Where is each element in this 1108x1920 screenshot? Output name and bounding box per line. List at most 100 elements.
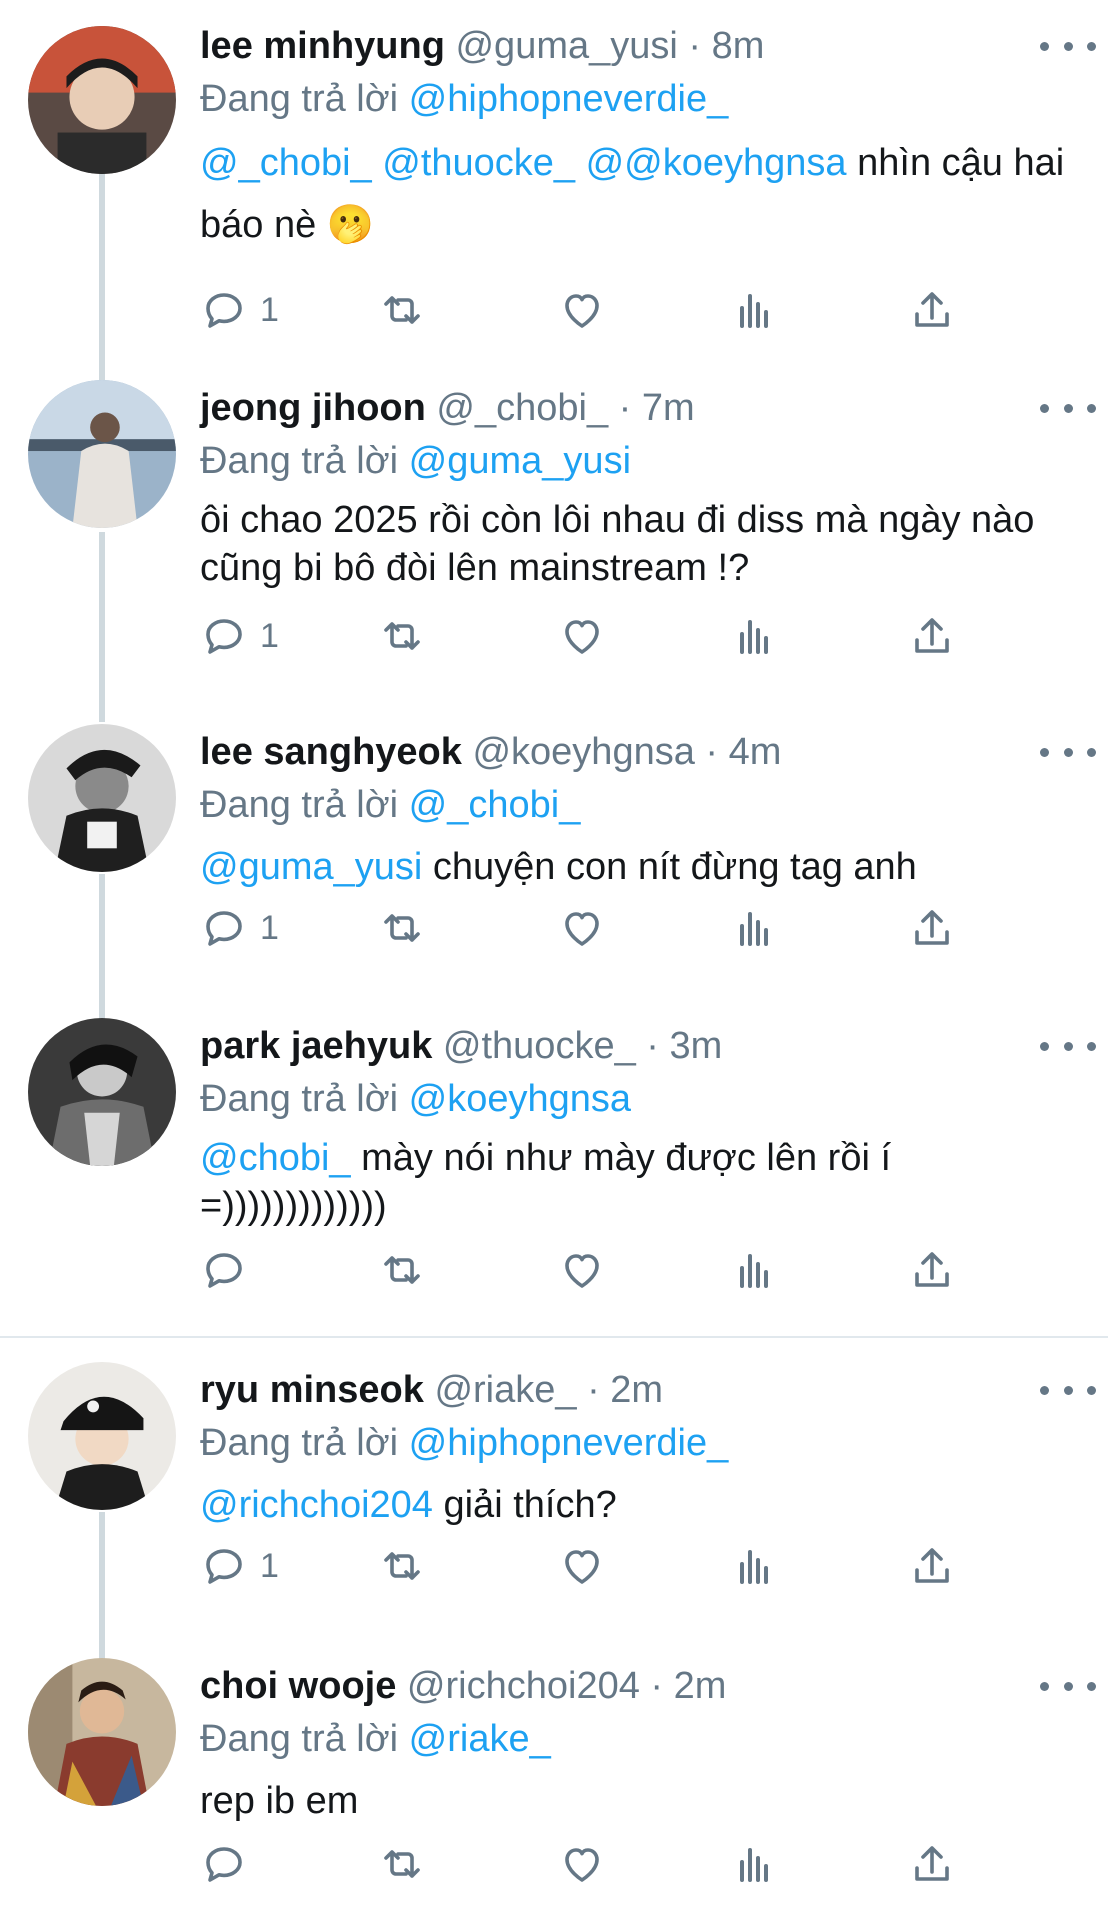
action-bar: 1 xyxy=(200,280,1000,340)
user-handle[interactable]: @koeyhgnsa xyxy=(472,731,694,773)
user-handle[interactable]: @richchoi204 xyxy=(407,1665,640,1707)
action-bar: 1 xyxy=(200,1536,1000,1596)
avatar[interactable] xyxy=(28,380,176,528)
avatar[interactable] xyxy=(28,26,176,174)
like-button[interactable] xyxy=(558,1536,606,1596)
body-mention[interactable]: @chobi_ xyxy=(200,1137,351,1179)
retweet-button[interactable] xyxy=(378,1536,426,1596)
tweet[interactable]: park jaehyuk @thuocke_ · 3m Đang trả lời… xyxy=(0,1018,1108,1320)
tweet[interactable]: choi wooje @richchoi204 · 2m Đang trả lờ… xyxy=(0,1658,1108,1920)
replying-mention[interactable]: @riake_ xyxy=(409,1718,551,1760)
more-options-icon[interactable] xyxy=(1040,1372,1096,1408)
like-button[interactable] xyxy=(558,1240,606,1300)
timestamp[interactable]: 8m xyxy=(712,25,765,67)
avatar[interactable] xyxy=(28,1018,176,1166)
reply-button[interactable]: 1 xyxy=(200,280,279,340)
avatar[interactable] xyxy=(28,724,176,872)
separator-dot: · xyxy=(646,1025,659,1067)
views-icon xyxy=(740,1550,768,1584)
retweet-button[interactable] xyxy=(378,1240,426,1300)
tweet[interactable]: jeong jihoon @_chobi_ · 7m Đang trả lời … xyxy=(0,380,1108,700)
avatar[interactable] xyxy=(28,1658,176,1806)
body-mention[interactable]: @guma_yusi xyxy=(200,846,422,888)
share-button[interactable] xyxy=(908,898,956,958)
replying-mention[interactable]: @hiphopneverdie_ xyxy=(409,1422,729,1464)
body-text: chuyện con nít đừng tag anh xyxy=(422,846,917,888)
timestamp[interactable]: 7m xyxy=(642,387,695,429)
separator-dot: · xyxy=(705,731,719,773)
views-icon xyxy=(740,1848,768,1882)
reply-button[interactable]: 1 xyxy=(200,606,279,666)
reply-button[interactable] xyxy=(200,1240,260,1300)
retweet-button[interactable] xyxy=(378,1834,426,1894)
like-button[interactable] xyxy=(558,606,606,666)
more-options-icon[interactable] xyxy=(1040,1028,1096,1064)
timestamp[interactable]: 3m xyxy=(670,1025,723,1067)
share-button[interactable] xyxy=(908,1240,956,1300)
body-mention[interactable]: @_chobi_ @thuocke_ @@koeyhgnsa xyxy=(200,142,847,184)
reply-count: 1 xyxy=(260,1546,279,1585)
share-button[interactable] xyxy=(908,606,956,666)
tweet-header: jeong jihoon @_chobi_ · 7m xyxy=(200,380,1068,436)
views-button[interactable] xyxy=(730,606,778,666)
tweet[interactable]: lee minhyung @guma_yusi · 8m Đang trả lờ… xyxy=(0,18,1108,358)
share-button[interactable] xyxy=(908,280,956,340)
display-name[interactable]: jeong jihoon xyxy=(200,387,426,429)
retweet-button[interactable] xyxy=(378,606,426,666)
tweet-header: lee minhyung @guma_yusi · 8m xyxy=(200,18,1068,74)
views-button[interactable] xyxy=(730,1834,778,1894)
body-text: giải thích? xyxy=(432,1484,617,1526)
like-icon xyxy=(565,1550,599,1584)
views-button[interactable] xyxy=(730,1240,778,1300)
tweet[interactable]: lee sanghyeok @koeyhgnsa · 4m Đang trả l… xyxy=(0,724,1108,1004)
retweet-icon xyxy=(384,914,420,942)
timestamp[interactable]: 2m xyxy=(610,1369,663,1411)
avatar[interactable] xyxy=(28,1362,176,1510)
replying-to: Đang trả lời @riake_ xyxy=(200,1714,1068,1764)
replying-mention[interactable]: @koeyhgnsa xyxy=(409,1078,631,1120)
share-button[interactable] xyxy=(908,1834,956,1894)
more-options-icon[interactable] xyxy=(1040,390,1096,426)
display-name[interactable]: lee minhyung xyxy=(200,25,445,67)
like-icon xyxy=(565,1254,599,1288)
user-handle[interactable]: @thuocke_ xyxy=(443,1025,636,1067)
tweet-header: choi wooje @richchoi204 · 2m xyxy=(200,1658,1068,1714)
views-button[interactable] xyxy=(730,280,778,340)
timestamp[interactable]: 4m xyxy=(729,731,782,773)
body-mention[interactable]: @richchoi204 xyxy=(200,1484,433,1526)
retweet-button[interactable] xyxy=(378,280,426,340)
retweet-button[interactable] xyxy=(378,898,426,958)
reply-icon xyxy=(206,1847,242,1882)
like-button[interactable] xyxy=(558,280,606,340)
display-name[interactable]: park jaehyuk xyxy=(200,1025,432,1067)
more-options-icon[interactable] xyxy=(1040,734,1096,770)
tweet[interactable]: ryu minseok @riake_ · 2m Đang trả lời @h… xyxy=(0,1362,1108,1662)
tweet-text: rep ib em xyxy=(200,1770,1068,1832)
display-name[interactable]: ryu minseok xyxy=(200,1369,424,1411)
reply-icon xyxy=(206,1549,242,1584)
user-handle[interactable]: @guma_yusi xyxy=(455,25,677,67)
separator-dot: · xyxy=(587,1369,600,1411)
display-name[interactable]: choi wooje xyxy=(200,1665,396,1707)
body-text: rep ib em xyxy=(200,1780,359,1822)
replying-mention[interactable]: @hiphopneverdie_ xyxy=(409,78,729,120)
more-options-icon[interactable] xyxy=(1040,28,1096,64)
display-name[interactable]: lee sanghyeok xyxy=(200,731,462,773)
user-handle[interactable]: @riake_ xyxy=(434,1369,576,1411)
reply-button[interactable]: 1 xyxy=(200,898,279,958)
user-handle[interactable]: @_chobi_ xyxy=(436,387,608,429)
replying-mention[interactable]: @guma_yusi xyxy=(409,440,631,482)
like-button[interactable] xyxy=(558,1834,606,1894)
reply-button[interactable]: 1 xyxy=(200,1536,279,1596)
replying-mention[interactable]: @_chobi_ xyxy=(409,784,581,826)
reply-count: 1 xyxy=(260,616,279,655)
thread-divider xyxy=(0,1336,1108,1338)
separator-dot: · xyxy=(618,387,632,429)
views-button[interactable] xyxy=(730,1536,778,1596)
share-button[interactable] xyxy=(908,1536,956,1596)
views-button[interactable] xyxy=(730,898,778,958)
timestamp[interactable]: 2m xyxy=(674,1665,727,1707)
more-options-icon[interactable] xyxy=(1040,1668,1096,1704)
reply-button[interactable] xyxy=(200,1834,260,1894)
like-button[interactable] xyxy=(558,898,606,958)
